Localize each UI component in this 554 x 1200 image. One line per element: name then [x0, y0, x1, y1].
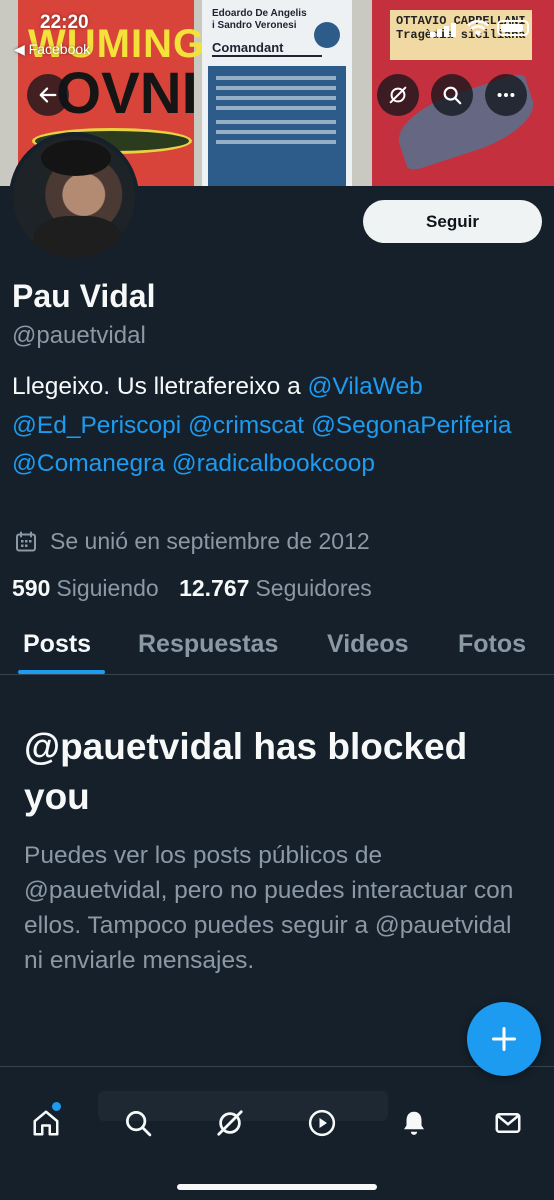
bottom-navigation: [0, 1066, 554, 1200]
video-icon: [308, 1109, 336, 1137]
grok-icon: [217, 1110, 243, 1136]
profile-stats: 590 Siguiendo 12.767 Seguidores: [12, 575, 372, 602]
back-to-app-link[interactable]: ◀ Facebook: [14, 41, 90, 58]
back-button[interactable]: [27, 74, 69, 116]
profile-handle: @pauetvidal: [12, 322, 146, 349]
messages-icon: [495, 1113, 521, 1133]
tab-videos[interactable]: Videos: [327, 630, 409, 659]
bio-mention[interactable]: @VilaWeb: [308, 373, 423, 400]
search-button[interactable]: [431, 74, 473, 116]
more-options-button[interactable]: [485, 74, 527, 116]
search-icon: [126, 1111, 152, 1137]
nav-grok[interactable]: [210, 1103, 250, 1143]
joined-text: Se unió en septiembre de 2012: [50, 528, 370, 554]
compose-post-button[interactable]: [467, 1002, 541, 1076]
profile-tabs: Posts Respuestas Videos Fotos: [0, 618, 554, 675]
following-label: Siguiendo: [56, 575, 159, 601]
tab-replies[interactable]: Respuestas: [138, 630, 278, 659]
plus-icon: [491, 1026, 517, 1052]
home-notification-dot: [52, 1102, 61, 1111]
nav-search[interactable]: [118, 1103, 158, 1143]
profile-name: Pau Vidal: [12, 278, 156, 314]
slash-circle-icon: [389, 86, 407, 104]
book-2-text-block: [208, 66, 346, 186]
calendar-icon: [16, 531, 36, 551]
battery-icon: [497, 20, 529, 36]
blocked-description: Puedes ver los posts públicos de @pauetv…: [24, 842, 514, 974]
avatar[interactable]: [9, 132, 139, 262]
arrow-left-icon: [39, 87, 57, 103]
home-indicator[interactable]: [177, 1184, 377, 1190]
wifi-icon: [467, 20, 489, 36]
grok-button[interactable]: [377, 74, 419, 116]
active-tab-indicator: [18, 670, 105, 674]
bio-mention[interactable]: @crimscat: [188, 412, 304, 439]
home-icon: [33, 1110, 59, 1136]
search-icon: [443, 86, 462, 105]
bio-mention[interactable]: @Comanegra: [12, 450, 165, 477]
tab-posts[interactable]: Posts: [23, 630, 91, 659]
following-count: 590: [12, 575, 51, 601]
bio-mention[interactable]: @Ed_Periscopi: [12, 412, 181, 439]
followers-link[interactable]: 12.767 Seguidores: [179, 575, 372, 601]
nav-messages[interactable]: [488, 1103, 528, 1143]
nav-notifications[interactable]: [394, 1103, 434, 1143]
notifications-icon: [404, 1111, 424, 1135]
banner-book-1-line2: OVNI: [56, 61, 198, 126]
status-bar: 22:20 ◀ Facebook: [0, 10, 554, 58]
bio-mention[interactable]: @SegonaPeriferia: [311, 412, 512, 439]
followers-count: 12.767: [179, 575, 250, 601]
followers-label: Seguidores: [255, 575, 372, 601]
following-link[interactable]: 590 Siguiendo: [12, 575, 159, 601]
cellular-signal-icon: [430, 23, 456, 37]
bio-text: Llegeixo. Us lletrafereixo a: [12, 373, 308, 400]
bio-mention[interactable]: @radicalbookcoop: [172, 450, 375, 477]
follow-button[interactable]: Seguir: [363, 200, 542, 243]
nav-video[interactable]: [302, 1103, 342, 1143]
profile-bio: Llegeixo. Us lletrafereixo a @VilaWeb @E…: [12, 368, 532, 484]
more-icon: [497, 92, 515, 98]
joined-date: Se unió en septiembre de 2012: [14, 528, 370, 555]
tab-photos[interactable]: Fotos: [458, 630, 526, 659]
blocked-title: @pauetvidal has blocked you: [24, 726, 468, 817]
status-time: 22:20: [40, 12, 89, 33]
